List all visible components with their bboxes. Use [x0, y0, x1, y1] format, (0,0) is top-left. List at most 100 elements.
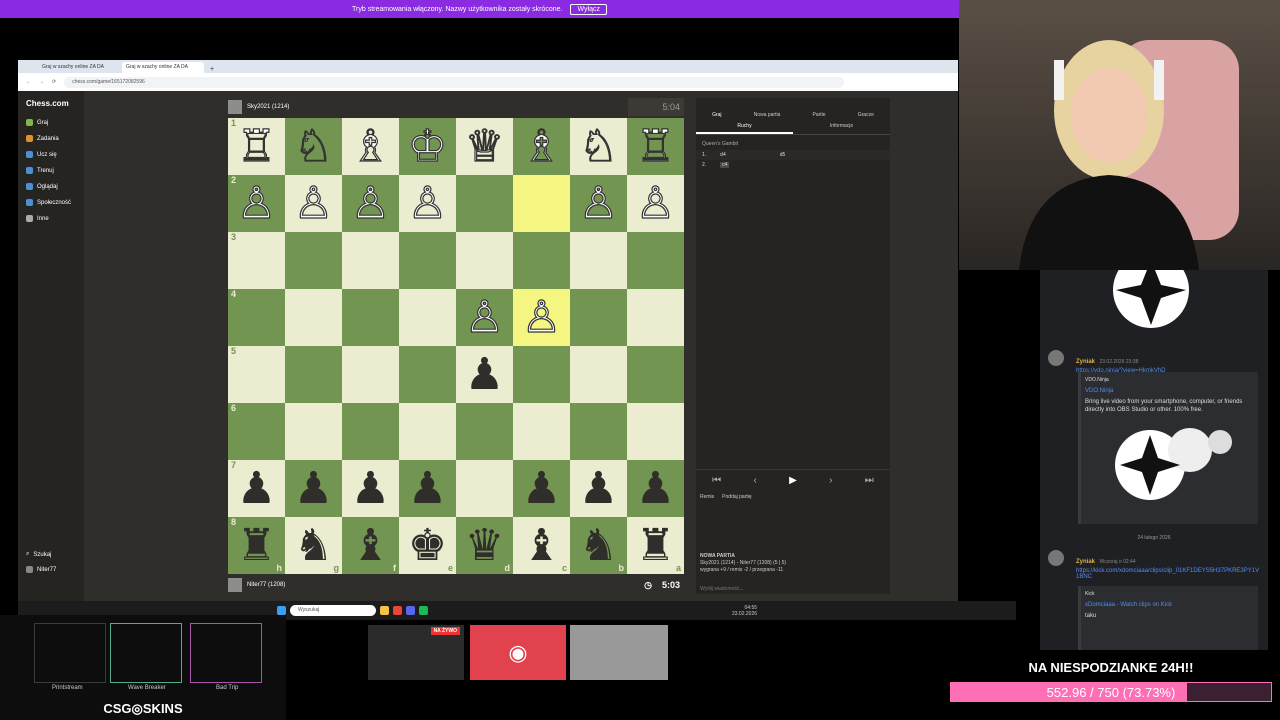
- square-a6[interactable]: [627, 403, 684, 460]
- square-h4[interactable]: 4: [228, 289, 285, 346]
- square-c5[interactable]: [513, 346, 570, 403]
- reload-icon[interactable]: ⟳: [52, 79, 56, 85]
- spotify-icon[interactable]: [418, 606, 428, 615]
- chess-piece[interactable]: ♞: [579, 523, 618, 568]
- square-c4[interactable]: ♙: [513, 289, 570, 346]
- square-g5[interactable]: [285, 346, 342, 403]
- square-b6[interactable]: [570, 403, 627, 460]
- discord-icon[interactable]: [405, 606, 415, 615]
- square-c3[interactable]: [513, 232, 570, 289]
- embed-title[interactable]: xDomciaaa - Watch clips on Kick: [1085, 602, 1254, 608]
- square-d8[interactable]: d ♛: [456, 517, 513, 574]
- chess-thumbnail[interactable]: NA ŻYWO: [368, 625, 464, 680]
- square-h3[interactable]: 3: [228, 232, 285, 289]
- sidebar-item-learn[interactable]: Ucz się: [26, 151, 57, 158]
- square-e7[interactable]: ♟: [399, 460, 456, 517]
- chess-piece[interactable]: ♝: [351, 523, 390, 568]
- move-black[interactable]: d5: [780, 152, 786, 158]
- chess-piece[interactable]: ♙: [293, 180, 334, 225]
- square-a7[interactable]: ♟: [627, 460, 684, 517]
- chrome-icon[interactable]: [392, 606, 402, 615]
- chess-piece[interactable]: ♕: [464, 123, 505, 168]
- square-c1[interactable]: ♗: [513, 118, 570, 175]
- square-h6[interactable]: 6: [228, 403, 285, 460]
- square-g3[interactable]: [285, 232, 342, 289]
- square-g4[interactable]: [285, 289, 342, 346]
- square-h7[interactable]: 7 ♟: [228, 460, 285, 517]
- url-input[interactable]: chess.com/game/165172082596: [64, 76, 845, 88]
- square-h5[interactable]: 5: [228, 346, 285, 403]
- chess-piece[interactable]: ♟: [579, 466, 618, 511]
- move-white[interactable]: d4: [720, 152, 726, 158]
- windows-start-icon[interactable]: [276, 606, 286, 615]
- new-tab-icon[interactable]: +: [206, 66, 218, 73]
- chess-piece[interactable]: ♙: [407, 180, 448, 225]
- forward-icon[interactable]: →: [39, 79, 44, 85]
- square-e3[interactable]: [399, 232, 456, 289]
- chess-piece[interactable]: ♜: [636, 523, 675, 568]
- chess-piece[interactable]: ♟: [237, 466, 276, 511]
- square-h8[interactable]: 8 h ♜: [228, 517, 285, 574]
- chess-logo[interactable]: Chess.com: [26, 99, 69, 108]
- square-e2[interactable]: ♙: [399, 175, 456, 232]
- chess-piece[interactable]: ♖: [635, 123, 676, 168]
- browser-tab-1[interactable]: Graj w szachy online ZA DA: [38, 62, 120, 73]
- browser-tab-2[interactable]: Graj w szachy online ZA DA: [122, 62, 204, 73]
- tab-games[interactable]: Partie: [813, 112, 826, 118]
- sidebar-item-watch[interactable]: Oglądaj: [26, 183, 58, 190]
- square-a4[interactable]: [627, 289, 684, 346]
- sidebar-item-puzzles[interactable]: Zadania: [26, 135, 59, 142]
- chess-piece[interactable]: ♟: [522, 466, 561, 511]
- square-c2[interactable]: [513, 175, 570, 232]
- play-icon[interactable]: ▶: [789, 475, 797, 486]
- chess-piece[interactable]: ♙: [578, 180, 619, 225]
- chess-piece[interactable]: ♟: [636, 466, 675, 511]
- tab-moves[interactable]: Ruchy: [696, 120, 793, 134]
- square-h1[interactable]: 1 ♖: [228, 118, 285, 175]
- square-b1[interactable]: ♘: [570, 118, 627, 175]
- chess-piece[interactable]: ♟: [351, 466, 390, 511]
- chess-piece[interactable]: ♚: [408, 523, 447, 568]
- discord-thumbnail[interactable]: ◉: [470, 625, 566, 680]
- square-g6[interactable]: [285, 403, 342, 460]
- square-c6[interactable]: [513, 403, 570, 460]
- chess-piece[interactable]: ♗: [521, 123, 562, 168]
- chess-piece[interactable]: ♟: [465, 352, 504, 397]
- chat-username[interactable]: Zyniak: [1076, 559, 1095, 565]
- square-c7[interactable]: ♟: [513, 460, 570, 517]
- square-g2[interactable]: ♙: [285, 175, 342, 232]
- sidebar-item-more[interactable]: Inne: [26, 215, 49, 222]
- chess-piece[interactable]: ♜: [237, 523, 276, 568]
- square-f3[interactable]: [342, 232, 399, 289]
- chess-piece[interactable]: ♙: [635, 180, 676, 225]
- chess-piece[interactable]: ♙: [521, 294, 562, 339]
- square-b7[interactable]: ♟: [570, 460, 627, 517]
- chat-link[interactable]: https://kick.com/xdomciaaa/clips/clip_01…: [1076, 568, 1262, 580]
- tab-info[interactable]: Informacje: [793, 120, 890, 134]
- square-f5[interactable]: [342, 346, 399, 403]
- tab-players[interactable]: Gracze: [858, 112, 874, 118]
- square-e8[interactable]: e ♚: [399, 517, 456, 574]
- square-d3[interactable]: [456, 232, 513, 289]
- square-a8[interactable]: a ♜: [627, 517, 684, 574]
- square-f4[interactable]: [342, 289, 399, 346]
- taskbar-search-input[interactable]: Wyszukaj: [289, 605, 376, 616]
- square-e5[interactable]: [399, 346, 456, 403]
- square-e4[interactable]: [399, 289, 456, 346]
- square-f8[interactable]: f ♝: [342, 517, 399, 574]
- chess-piece[interactable]: ♘: [293, 123, 334, 168]
- square-d4[interactable]: ♙: [456, 289, 513, 346]
- last-move-icon[interactable]: ⏭: [865, 475, 874, 486]
- sidebar-item-community[interactable]: Społeczność: [26, 199, 71, 206]
- prev-move-icon[interactable]: ‹: [753, 475, 756, 486]
- first-move-icon[interactable]: ⏮: [712, 475, 721, 486]
- chess-piece[interactable]: ♞: [294, 523, 333, 568]
- draw-button[interactable]: Remis: [700, 494, 714, 500]
- square-b8[interactable]: b ♞: [570, 517, 627, 574]
- disable-streaming-button[interactable]: Wyłącz: [570, 3, 607, 15]
- square-e6[interactable]: [399, 403, 456, 460]
- square-a5[interactable]: [627, 346, 684, 403]
- square-d6[interactable]: [456, 403, 513, 460]
- square-f7[interactable]: ♟: [342, 460, 399, 517]
- chess-piece[interactable]: ♔: [407, 123, 448, 168]
